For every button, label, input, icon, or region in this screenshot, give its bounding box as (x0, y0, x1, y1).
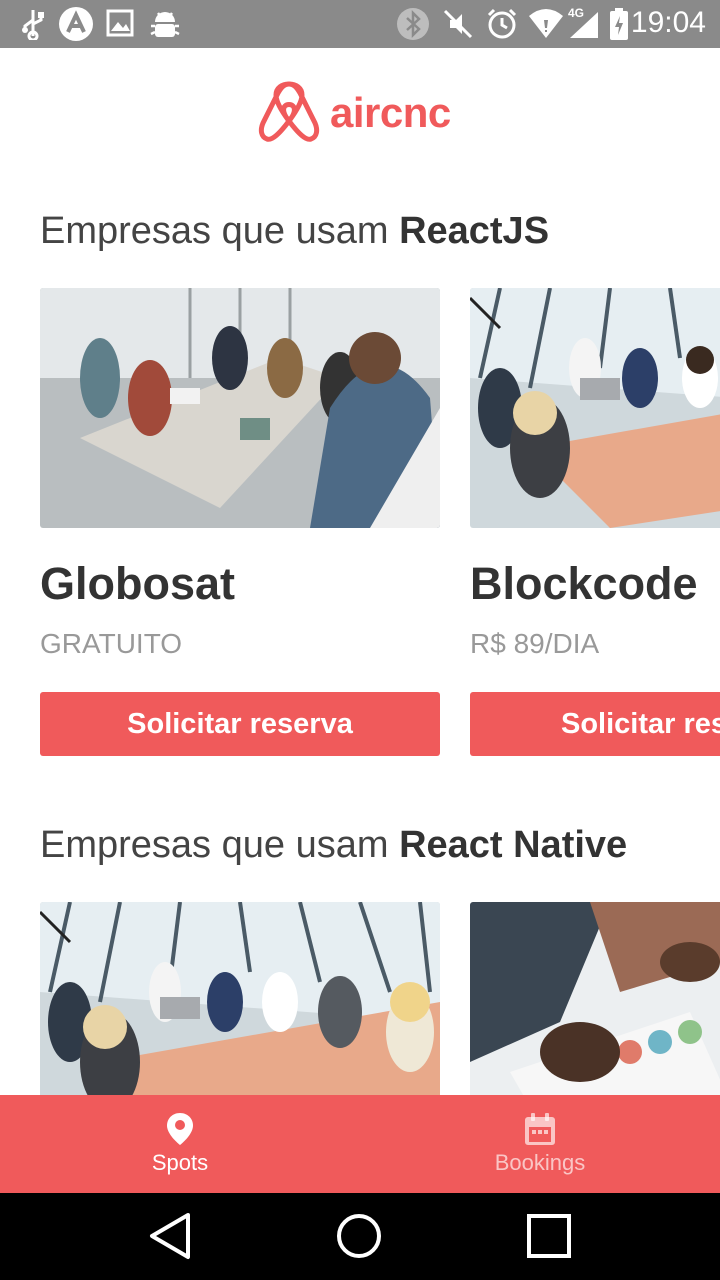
airbnb-logo-icon (258, 81, 320, 142)
spot-price: R$ 89/DIA (470, 628, 600, 659)
office-photo-image (40, 288, 440, 528)
map-pin-icon (167, 1113, 193, 1145)
signal-icon (570, 12, 598, 38)
spot-thumbnail[interactable] (470, 902, 720, 1095)
section-title-tech: ReactJS (399, 210, 550, 252)
android-nav-bar (0, 1193, 720, 1280)
documents-photo-image (470, 902, 720, 1095)
alarm-icon (487, 8, 517, 39)
spot-card-clip: Blockcode R$ 89/DIA Solicitar reserva (470, 288, 720, 768)
section-title-tech: React Native (399, 824, 628, 866)
spot-card[interactable]: Globosat GRATUITO Solicitar reserva (40, 288, 440, 756)
spot-card[interactable]: Blockcode R$ 89/DIA Solicitar reserva (470, 288, 720, 756)
app-notification-icon (59, 7, 93, 41)
tab-spots[interactable]: Spots (0, 1095, 360, 1193)
battery-icon (610, 8, 628, 40)
usb-icon (22, 10, 44, 40)
app-logo: aircnc (258, 80, 451, 146)
spot-company-name: Globosat (40, 558, 236, 609)
recents-icon[interactable] (525, 1211, 573, 1261)
spot-thumbnail[interactable] (40, 288, 440, 528)
spot-company-name: Blockcode (470, 558, 698, 609)
status-bar: 4G 19:04 (0, 0, 720, 48)
section-title-react-native: Empresas que usam React Native (40, 824, 627, 867)
status-time: 19:04 (630, 6, 706, 39)
back-icon[interactable] (146, 1211, 194, 1261)
section-title-reactjs: Empresas que usam ReactJS (40, 210, 549, 253)
spot-price: GRATUITO (40, 628, 183, 659)
spot-card-clip (470, 902, 720, 1095)
spot-thumbnail[interactable] (470, 288, 720, 528)
bluetooth-icon (397, 8, 429, 40)
calendar-icon (525, 1113, 555, 1145)
section-title-prefix: Empresas que usam (40, 210, 400, 252)
image-icon (106, 9, 134, 37)
wifi-icon (529, 9, 563, 38)
request-booking-button[interactable]: Solicitar reserva (40, 692, 440, 756)
android-debug-icon (150, 12, 180, 37)
section-title-prefix: Empresas que usam (40, 824, 400, 866)
mute-icon (443, 9, 473, 39)
home-icon[interactable] (335, 1211, 383, 1261)
logo-text: aircnc (330, 89, 451, 136)
tab-label: Bookings (494, 1150, 586, 1175)
request-booking-button[interactable]: Solicitar reserva (470, 692, 720, 756)
tab-label: Spots (151, 1150, 209, 1175)
meeting-room-photo-image (470, 288, 720, 528)
tab-bookings[interactable]: Bookings (360, 1095, 720, 1193)
bottom-tab-bar: Spots Bookings (0, 1095, 720, 1193)
